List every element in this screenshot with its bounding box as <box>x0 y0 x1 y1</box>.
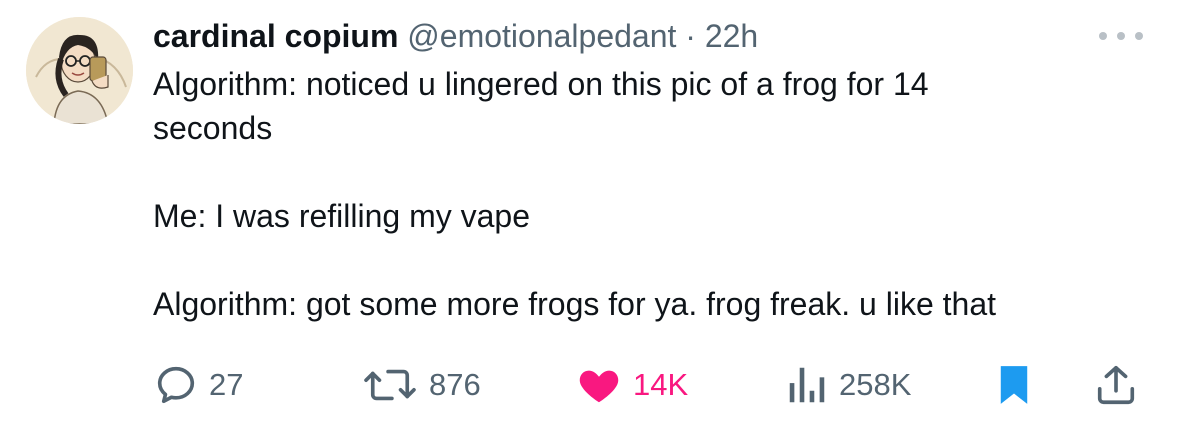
share-icon <box>1097 365 1135 405</box>
views-icon <box>789 367 825 403</box>
like-button[interactable]: 14K <box>575 360 688 410</box>
action-bar: 27 876 14K 258K <box>153 360 1143 410</box>
bookmark-button[interactable] <box>997 360 1031 410</box>
share-button[interactable] <box>1093 360 1139 410</box>
bookmark-icon <box>1000 366 1028 404</box>
repost-count: 876 <box>429 367 481 402</box>
avatar[interactable] <box>26 17 133 124</box>
tweet-header: cardinal copium @emotionalpedant · 22h <box>153 16 758 56</box>
views-count: 258K <box>839 367 912 402</box>
views-button[interactable]: 258K <box>785 360 911 410</box>
reply-button[interactable]: 27 <box>153 360 243 410</box>
like-count: 14K <box>633 367 689 402</box>
tweet-text: Algorithm: noticed u lingered on this pi… <box>153 62 1143 326</box>
reply-count: 27 <box>209 367 244 402</box>
repost-icon <box>364 369 416 401</box>
reply-icon <box>157 366 195 404</box>
tweet-line: Me: I was refilling my vape <box>153 198 531 234</box>
separator-dot: · <box>685 18 696 54</box>
heart-icon <box>579 370 619 403</box>
repost-button[interactable]: 876 <box>361 360 481 410</box>
author-handle[interactable]: @emotionalpedant <box>407 18 676 54</box>
tweet-line: Algorithm: got some more frogs for ya. f… <box>153 286 997 322</box>
author-name[interactable]: cardinal copium <box>153 18 398 54</box>
more-icon[interactable] <box>1099 26 1143 46</box>
tweet-line: seconds <box>153 110 273 146</box>
tweet-timestamp[interactable]: 22h <box>705 18 758 54</box>
tweet-line: Algorithm: noticed u lingered on this pi… <box>153 66 929 102</box>
